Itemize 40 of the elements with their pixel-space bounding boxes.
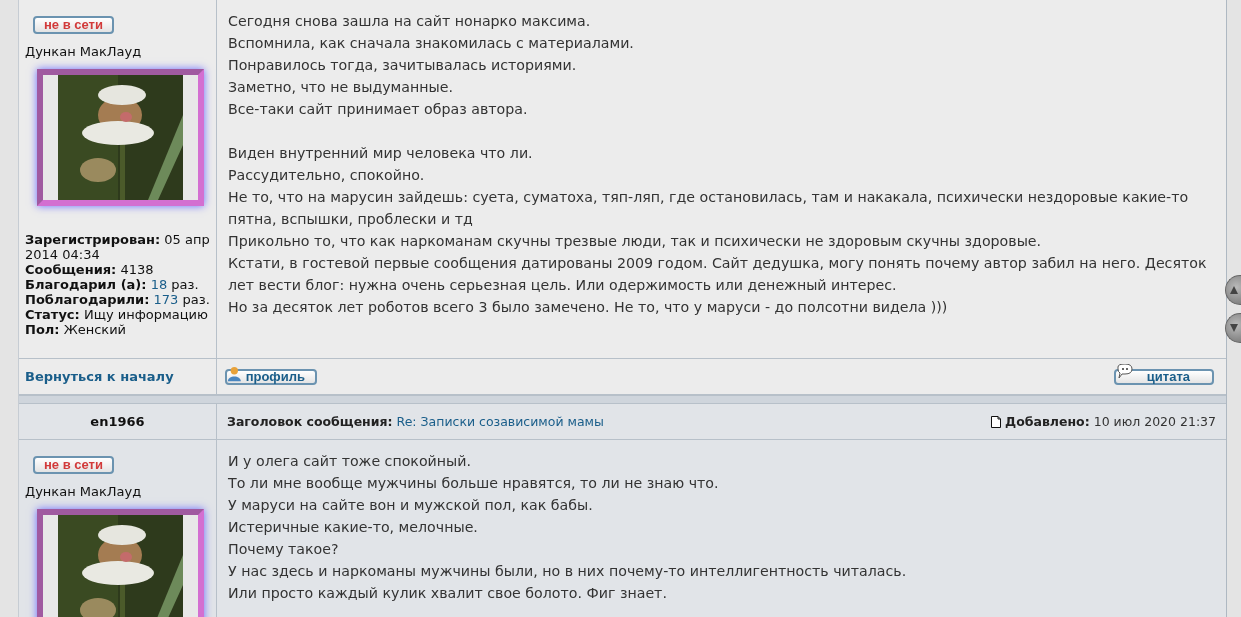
profile-field: Статус: Ищу информацию <box>25 307 210 322</box>
document-icon <box>991 415 1002 428</box>
offline-badge: не в сети <box>33 16 114 34</box>
down-arrow-icon <box>1229 324 1238 332</box>
post-text-line: Или просто каждый кулик хвалит свое болото. Фиг знает. <box>228 584 668 603</box>
post-text-line: Вспомнила, как сначала знакомилась с материалами. <box>228 34 635 53</box>
post-text-line: Сегодня снова зашла на сайт нонарко максима. <box>228 12 592 31</box>
offline-badge: не в сети <box>33 456 114 474</box>
scroll-down-button[interactable] <box>1225 313 1241 343</box>
subject-link[interactable]: Re: Записки созависимой мамы <box>396 414 604 429</box>
added-label: Добавлено: <box>1005 414 1090 429</box>
post-text-line: То ли мне вообще мужчины больше нравятся, то ли не знаю что. <box>228 474 720 493</box>
back-to-top-link[interactable]: Вернуться к началу <box>25 369 174 384</box>
post-text-line: Заметно, что не выдуманные. <box>228 78 454 97</box>
profile-button[interactable]: профиль <box>225 368 317 385</box>
post-text-line: Рассудительно, спокойно. <box>228 166 426 185</box>
post-text-line: Виден внутренний мир человека что ли. <box>228 144 534 163</box>
post-date: 10 июл 2020 21:37 <box>1093 414 1216 429</box>
subject-label: Заголовок сообщения: <box>227 414 393 429</box>
profile-field: Благодарил (а): 18 раз. <box>25 277 210 292</box>
post-text-line: Почему такое? <box>228 540 340 559</box>
user-rank: Дункан МакЛауд <box>25 484 143 499</box>
post-text-line: И у олега сайт тоже спокойный. <box>228 452 473 471</box>
post-text-line: Кстати, в гостевой первые сообщения датированы 2009 годом. Сайт дедушка, могу понять почему автор забил на него. Десяток лет вести блог: нужна очень серьезная цель. Или одержимость или денежный интерес. <box>228 254 1208 295</box>
profile-field: Пол: Женский <box>25 322 210 337</box>
profile-field: Зарегистрирован: 05 апр 2014 04:34 <box>25 232 210 262</box>
post-text-line: Не то, что на марусин зайдешь: суета, суматоха, тяп-ляп, где остановилась, там и накакала, психически нездоровые какие-то пятна, вспышки, проблески и тд <box>228 188 1190 229</box>
scroll-up-button[interactable] <box>1225 275 1241 305</box>
post-text-line: Понравилось тогда, зачитывалась историями. <box>228 56 578 75</box>
post-text-line: У маруси на сайте вон и мужской пол, как бабы. <box>228 496 594 515</box>
up-arrow-icon <box>1229 286 1238 294</box>
user-rank: Дункан МакЛауд <box>25 44 143 59</box>
post-text-line: Но за десяток лет роботов всего 3 было замечено. Не то, что у маруси - до полсотни видела ))) <box>228 298 949 317</box>
post-text-line: Истеричные какие-то, мелочные. <box>228 518 479 537</box>
author-name[interactable]: en1966 <box>90 414 145 429</box>
post-text-line: У нас здесь и наркоманы мужчины были, но в них почему-то интеллигентность читалась. <box>228 562 908 581</box>
profile-field: Сообщения: 4138 <box>25 262 210 277</box>
post-text-line: Прикольно то, что как наркоманам скучны трезвые люди, так и психически не здоровым скучны здоровые. <box>228 232 1043 251</box>
profile-field: Поблагодарили: 173 раз. <box>25 292 210 307</box>
post-text-line: Все-таки сайт принимает образ автора. <box>228 100 529 119</box>
